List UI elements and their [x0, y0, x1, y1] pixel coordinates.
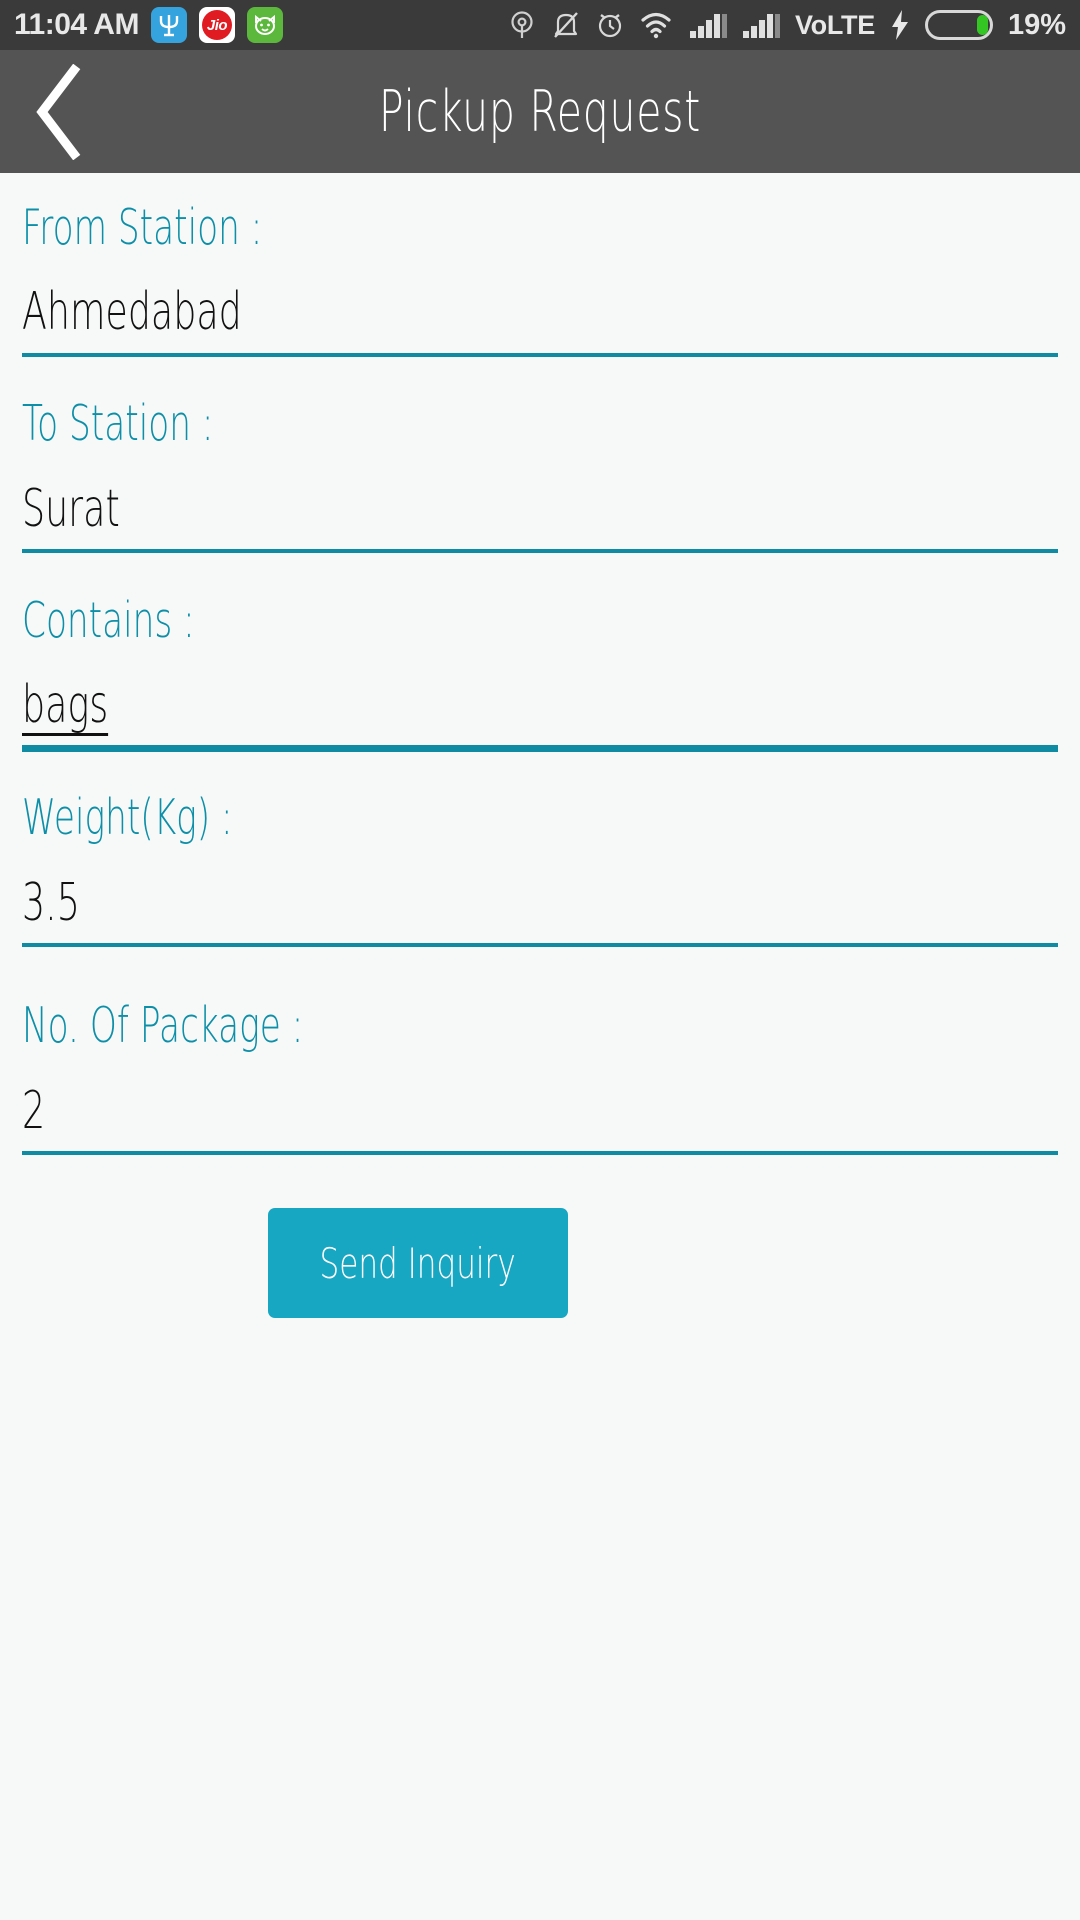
field-label-from-station: From Station :	[22, 199, 263, 256]
volte-label: VoLTE	[794, 9, 875, 40]
back-button[interactable]	[0, 50, 120, 173]
field-label-contains: Contains :	[22, 592, 195, 649]
trident-app-icon	[150, 7, 187, 43]
field-label-weight: Weight(Kg) :	[22, 789, 233, 846]
from-station-underline	[22, 353, 1058, 357]
weight-input[interactable]: 3.5	[22, 877, 105, 929]
package-count-value: 2	[22, 1081, 46, 1141]
package-count-input[interactable]: 2	[22, 1085, 55, 1137]
mute-bell-icon	[552, 10, 580, 40]
status-bar-clock: 11:04 AM	[14, 8, 139, 41]
jio-app-icon: Jio	[198, 7, 235, 43]
pickup-request-form: From Station : Ahmedabad To Station : Su…	[0, 173, 1080, 1920]
field-label-package-count: No. Of Package :	[22, 997, 304, 1054]
signal-bars-sim2-icon	[742, 11, 780, 39]
battery-percent-label: 19%	[1007, 8, 1066, 41]
status-bar: 11:04 AM Jio VoLTE 19%	[0, 0, 1080, 50]
from-station-input[interactable]: Ahmedabad	[22, 286, 336, 338]
status-bar-right: VoLTE 19%	[507, 9, 1066, 42]
charging-bolt-icon	[890, 9, 910, 41]
from-station-value: Ahmedabad	[22, 282, 242, 342]
field-label-to-station: To Station :	[22, 395, 214, 452]
contains-value: bags	[22, 675, 109, 736]
send-inquiry-button[interactable]: Send Inquiry	[268, 1208, 568, 1318]
battery-icon	[924, 10, 993, 40]
to-station-input[interactable]: Surat	[22, 483, 162, 535]
to-station-underline	[22, 549, 1058, 553]
wifi-icon	[640, 11, 674, 39]
package-count-underline	[22, 1151, 1058, 1155]
alarm-clock-icon	[595, 10, 625, 40]
app-bar: Pickup Request	[0, 50, 1080, 173]
status-bar-left: 11:04 AM Jio	[14, 7, 283, 43]
location-icon	[507, 10, 537, 40]
chevron-left-icon	[36, 63, 81, 160]
weight-value: 3.5	[22, 873, 80, 933]
phone-screen: 11:04 AM Jio VoLTE 19% Pickup Request Fr…	[0, 0, 1080, 1920]
contains-underline	[22, 745, 1058, 752]
jio-logo-label: Jio	[201, 10, 232, 40]
contains-input[interactable]: bags	[22, 679, 145, 736]
battery-fill	[976, 15, 988, 35]
signal-bars-sim1-icon	[689, 11, 727, 39]
send-inquiry-label: Send Inquiry	[319, 1238, 517, 1288]
page-title: Pickup Request	[378, 78, 702, 145]
to-station-value: Surat	[22, 479, 120, 539]
cat-app-icon	[246, 7, 283, 43]
weight-underline	[22, 943, 1058, 947]
